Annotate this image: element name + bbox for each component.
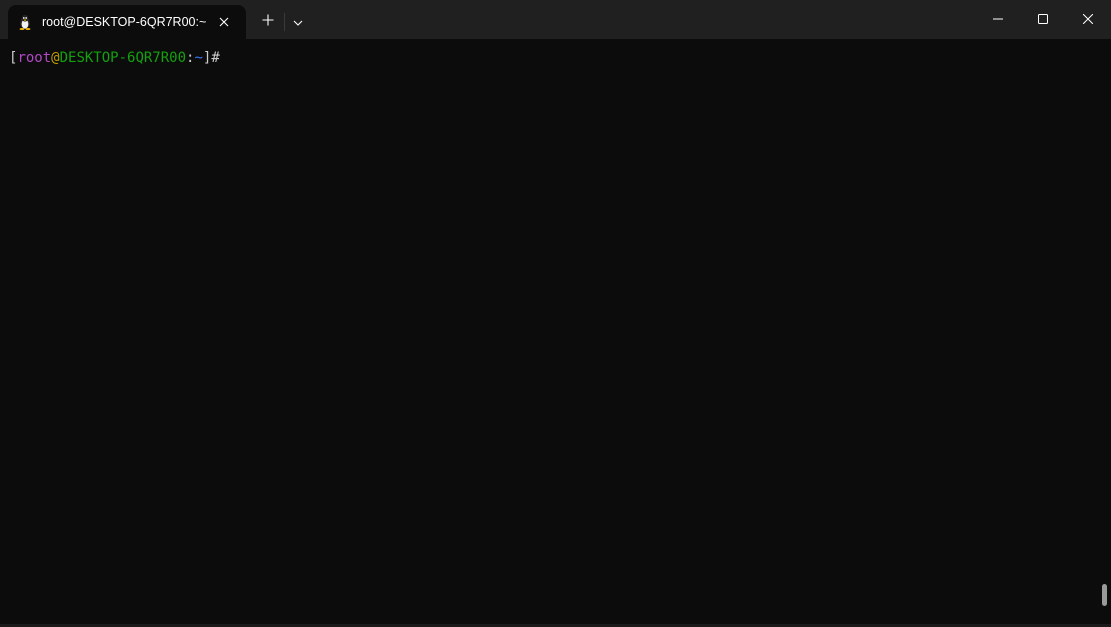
tab-dropdown-button[interactable] — [287, 8, 309, 36]
tab-active[interactable]: root@DESKTOP-6QR7R00:~ — [8, 5, 246, 39]
prompt-host: DESKTOP-6QR7R00 — [59, 50, 187, 66]
minimize-button[interactable] — [975, 0, 1021, 39]
prompt-symbol: # — [211, 50, 220, 66]
tab-title: root@DESKTOP-6QR7R00:~ — [42, 15, 207, 29]
close-button[interactable] — [1065, 0, 1111, 39]
tab-close-icon[interactable] — [214, 12, 234, 32]
shell-prompt: [root@DESKTOP-6QR7R00:~]# — [9, 49, 220, 67]
linux-penguin-icon — [17, 14, 33, 30]
terminal-output[interactable]: [root@DESKTOP-6QR7R00:~]# — [0, 39, 1111, 627]
maximize-button[interactable] — [1020, 0, 1066, 39]
chevron-down-icon — [293, 13, 303, 31]
prompt-at: @ — [51, 50, 60, 66]
tab-separator — [284, 13, 285, 31]
prompt-user: root — [17, 50, 52, 66]
maximize-icon — [1038, 11, 1048, 29]
terminal-window: root@DESKTOP-6QR7R00:~ [root@DESKTOP-6QR… — [0, 0, 1111, 627]
prompt-path: ~ — [194, 50, 203, 66]
minimize-icon — [993, 11, 1003, 29]
scrollbar[interactable] — [1097, 39, 1111, 627]
new-tab-button[interactable] — [254, 8, 282, 36]
plus-icon — [262, 13, 274, 31]
scrollbar-thumb[interactable] — [1102, 584, 1107, 606]
title-bar: root@DESKTOP-6QR7R00:~ — [0, 0, 1111, 39]
close-icon — [1082, 11, 1094, 29]
